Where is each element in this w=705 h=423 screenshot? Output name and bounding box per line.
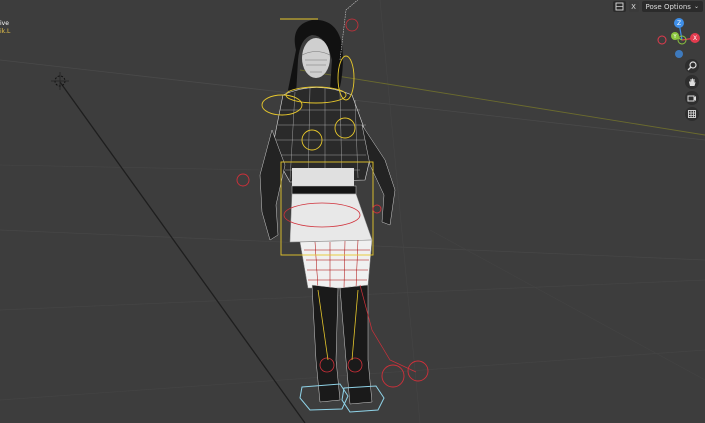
elbow-pole-l (236, 173, 250, 187)
z-axis-button[interactable]: Z (674, 18, 684, 28)
magnifier-icon (687, 61, 697, 71)
leg-chain-r (359, 284, 417, 373)
x-axis-button[interactable]: X (690, 33, 700, 43)
camera-view-button[interactable] (685, 91, 699, 105)
grid-line (429, 229, 705, 381)
knee-pole-r (381, 364, 405, 388)
neg-x-axis-button[interactable] (657, 35, 667, 45)
3d-viewport[interactable]: ive ik.L X Pose Options ⌄ Z X Y (0, 0, 705, 423)
belt (291, 185, 357, 195)
jacket (271, 87, 373, 183)
skirt (289, 193, 373, 243)
close-icon: X (631, 2, 636, 11)
navigation-gizmo[interactable]: Z X Y (655, 16, 705, 64)
head-control (345, 18, 359, 32)
gizmo-icon (615, 2, 623, 11)
viewport-scene[interactable] (0, 0, 705, 423)
chevron-down-icon: ⌄ (693, 3, 699, 10)
gizmo-toggle-button[interactable] (612, 1, 626, 12)
pose-options-label: Pose Options (645, 2, 691, 11)
zoom-tool-button[interactable] (685, 59, 699, 73)
grid-line (0, 164, 261, 171)
midriff (292, 168, 354, 188)
hand-ik-r (372, 204, 382, 214)
pan-tool-button[interactable] (685, 75, 699, 89)
perspective-toggle-button[interactable] (685, 107, 699, 121)
viewport-header-right: X Pose Options ⌄ (612, 0, 705, 13)
thighs (299, 239, 373, 289)
z-axis-label: Z (677, 20, 681, 27)
spine-chain (339, 0, 359, 61)
hand-icon (689, 78, 696, 86)
camera-line (59, 81, 306, 423)
3d-cursor (51, 72, 69, 90)
grid-icon (688, 110, 696, 118)
close-button[interactable]: X (628, 1, 639, 12)
interaction-mode-text: ive (0, 20, 9, 27)
camera-icon (687, 95, 696, 102)
x-axis-label: X (693, 35, 697, 42)
active-object-text: ik.L (0, 28, 11, 35)
pose-options-dropdown[interactable]: Pose Options ⌄ (641, 1, 703, 12)
right-arm (361, 124, 396, 226)
neg-z-axis-button[interactable] (675, 50, 683, 58)
